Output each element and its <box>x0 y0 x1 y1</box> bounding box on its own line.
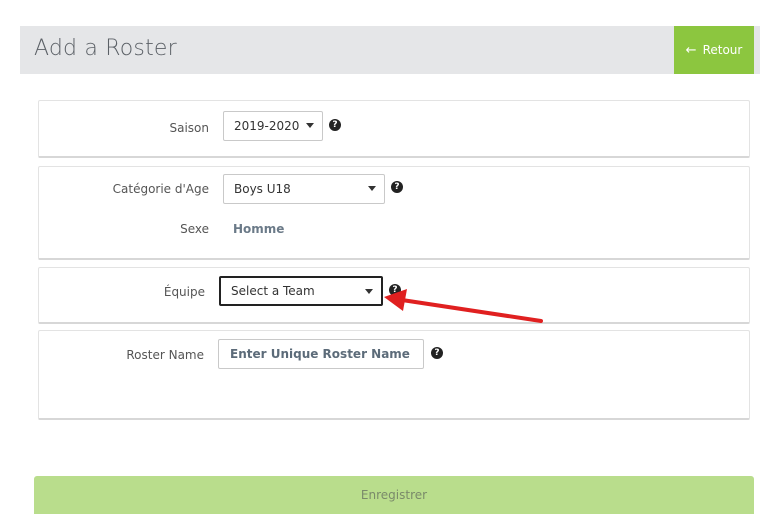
arrow-left-icon: ← <box>685 42 697 58</box>
caret-down-icon <box>306 123 314 128</box>
team-select[interactable]: Select a Team <box>219 276 383 306</box>
back-button-label: Retour <box>702 43 743 57</box>
save-button[interactable]: Enregistrer <box>34 476 754 514</box>
team-panel: Équipe Select a Team ? <box>38 267 750 324</box>
age-category-select[interactable]: Boys U18 <box>223 174 385 204</box>
page-header: Add a Roster ← Retour <box>20 26 760 74</box>
page: Add a Roster ← Retour Saison 2019-2020 ?… <box>0 0 760 514</box>
season-select[interactable]: 2019-2020 <box>223 111 323 141</box>
category-panel: Catégorie d'Age Boys U18 ? Sexe Homme <box>38 166 750 260</box>
team-label: Équipe <box>163 285 205 299</box>
season-select-value: 2019-2020 <box>234 119 300 133</box>
question-circle-icon[interactable]: ? <box>389 284 401 296</box>
sex-value: Homme <box>233 222 285 236</box>
roster-name-label: Roster Name <box>126 348 204 362</box>
question-circle-icon[interactable]: ? <box>329 119 341 131</box>
sex-label: Sexe <box>180 222 209 236</box>
roster-name-placeholder: Enter Unique Roster Name <box>230 347 410 361</box>
age-category-label: Catégorie d'Age <box>112 182 209 196</box>
caret-down-icon <box>365 289 373 294</box>
season-label: Saison <box>169 121 209 135</box>
caret-down-icon <box>368 186 376 191</box>
age-category-select-value: Boys U18 <box>234 182 291 196</box>
roster-name-panel: Roster Name Enter Unique Roster Name ? <box>38 330 750 420</box>
question-circle-icon[interactable]: ? <box>391 181 403 193</box>
roster-name-input[interactable]: Enter Unique Roster Name <box>218 339 424 369</box>
question-circle-icon[interactable]: ? <box>431 347 443 359</box>
season-panel: Saison 2019-2020 ? <box>38 100 750 158</box>
page-title: Add a Roster <box>34 36 177 61</box>
team-select-value: Select a Team <box>231 284 315 298</box>
back-button[interactable]: ← Retour <box>674 26 754 74</box>
